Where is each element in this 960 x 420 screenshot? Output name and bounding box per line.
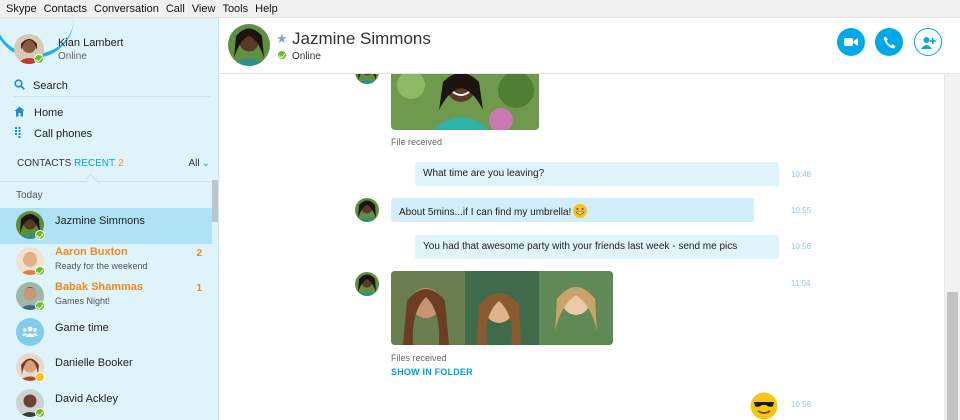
- search-icon: [14, 78, 25, 93]
- nav-call-phones[interactable]: Call phones: [14, 124, 210, 144]
- message-time: 10:48: [791, 170, 812, 179]
- filter-dropdown[interactable]: All ⌄: [188, 158, 210, 169]
- nav-call-phones-label: Call phones: [34, 128, 93, 140]
- presence-away-icon: [35, 372, 45, 382]
- received-photo[interactable]: [391, 74, 539, 130]
- presence-online-icon: [35, 265, 45, 276]
- contact-item[interactable]: Jazmine Simmons: [0, 208, 212, 244]
- sender-avatar: [355, 272, 379, 296]
- message-time: 10:56: [791, 400, 812, 409]
- show-in-folder-link[interactable]: SHOW IN FOLDER: [391, 367, 473, 377]
- contact-mood: Ready for the weekend: [55, 260, 148, 271]
- contact-name: Danielle Booker: [55, 357, 133, 369]
- nav-home-label: Home: [34, 107, 64, 119]
- conversation-area: File received What time are you leaving?…: [220, 74, 944, 420]
- presence-online-icon: [35, 301, 45, 311]
- contact-tabs: CONTACTS RECENT 2 All ⌄: [0, 154, 218, 189]
- sunglasses-emoji-icon: [750, 392, 778, 420]
- home-icon: [14, 106, 25, 120]
- video-call-button[interactable]: [837, 28, 865, 56]
- file-received-note: File received: [391, 137, 443, 147]
- section-header-today: Today: [16, 190, 43, 201]
- my-status[interactable]: Online: [58, 51, 87, 62]
- presence-online-icon: [35, 407, 45, 418]
- phone-icon: [883, 36, 895, 48]
- contact-name: Babak Shammas: [55, 281, 144, 293]
- my-presence-icon: [34, 54, 44, 64]
- add-people-button[interactable]: [914, 28, 942, 56]
- tab-pointer: [85, 174, 101, 189]
- contact-item[interactable]: Aaron Buxton Ready for the weekend 2: [0, 244, 212, 280]
- unread-count-badge: 1: [196, 283, 202, 294]
- sender-avatar: [355, 198, 379, 222]
- files-received-note: Files received: [391, 353, 447, 363]
- conversation-title: Jazmine Simmons: [292, 29, 431, 48]
- contact-name: Aaron Buxton: [55, 245, 128, 258]
- message-time: 10:55: [791, 206, 812, 215]
- sender-avatar: [355, 74, 379, 84]
- contact-name: David Ackley: [55, 392, 118, 405]
- conversation-header: ★ Jazmine Simmons Online: [220, 18, 960, 74]
- favorite-star-icon[interactable]: ★: [276, 31, 288, 47]
- my-profile[interactable]: Kian Lambert Online: [14, 34, 214, 72]
- message-text: About 5mins...if I can find my umbrella!: [399, 207, 572, 218]
- grin-emoji-icon: [573, 204, 588, 218]
- search-label: Search: [33, 79, 68, 92]
- contact-item[interactable]: Danielle Booker: [0, 350, 212, 386]
- chevron-down-icon: ⌄: [201, 158, 210, 169]
- message-text: You had that awesome party with your fri…: [423, 241, 738, 252]
- message-time: 10:56: [791, 242, 812, 251]
- sidebar-scrollbar[interactable]: [212, 180, 218, 222]
- tab-recent[interactable]: RECENT 2: [74, 158, 124, 169]
- unread-count-badge: 2: [196, 247, 202, 259]
- filter-label: All: [188, 158, 200, 169]
- group-avatar: [16, 317, 44, 346]
- menu-conversation[interactable]: Conversation: [94, 3, 159, 15]
- menu-view[interactable]: View: [192, 3, 216, 15]
- group-icon: [22, 326, 38, 337]
- add-user-icon: [920, 36, 936, 49]
- presence-online-icon: [277, 50, 287, 60]
- nav-home[interactable]: Home: [14, 103, 210, 123]
- recent-contact-list: Jazmine Simmons Aaron Buxton Ready for t…: [0, 208, 212, 420]
- message-time: 11:04: [791, 279, 811, 288]
- audio-call-button[interactable]: [875, 28, 903, 56]
- menu-bar: Skype Contacts Conversation Call View To…: [0, 0, 960, 18]
- scrollbar-thumb[interactable]: [947, 292, 958, 420]
- menu-call[interactable]: Call: [166, 3, 185, 15]
- menu-contacts[interactable]: Contacts: [44, 3, 87, 15]
- my-name: Kian Lambert: [58, 37, 124, 49]
- conversation-scrollbar[interactable]: [944, 74, 960, 420]
- sidebar: Kian Lambert Online Search Home Call pho…: [0, 18, 219, 420]
- menu-help[interactable]: Help: [255, 3, 278, 15]
- dialpad-icon: [14, 127, 25, 141]
- contact-name: Jazmine Simmons: [55, 215, 145, 227]
- contact-name: Game time: [55, 321, 109, 334]
- contact-item[interactable]: David Ackley: [0, 386, 212, 420]
- tab-contacts[interactable]: CONTACTS: [17, 158, 71, 169]
- menu-skype[interactable]: Skype: [6, 3, 37, 15]
- received-photos[interactable]: [391, 271, 613, 345]
- message-text: What time are you leaving?: [423, 168, 545, 179]
- menu-tools[interactable]: Tools: [222, 3, 248, 15]
- message-bubble[interactable]: You had that awesome party with your fri…: [415, 235, 779, 259]
- contact-mood: Games Night!: [55, 296, 111, 306]
- contact-item[interactable]: Babak Shammas Games Night! 1: [0, 279, 212, 315]
- contact-item[interactable]: Game time: [0, 315, 212, 351]
- video-camera-icon: [844, 38, 858, 46]
- tab-recent-label: RECENT: [74, 158, 116, 169]
- message-bubble[interactable]: About 5mins...if I can find my umbrella!: [391, 198, 754, 222]
- recent-count-badge: 2: [118, 158, 124, 169]
- contact-avatar-large[interactable]: [228, 24, 270, 66]
- search-box[interactable]: Search: [14, 75, 210, 97]
- contact-status: Online: [292, 51, 321, 62]
- message-bubble[interactable]: What time are you leaving?: [415, 162, 779, 186]
- presence-online-icon: [35, 230, 45, 240]
